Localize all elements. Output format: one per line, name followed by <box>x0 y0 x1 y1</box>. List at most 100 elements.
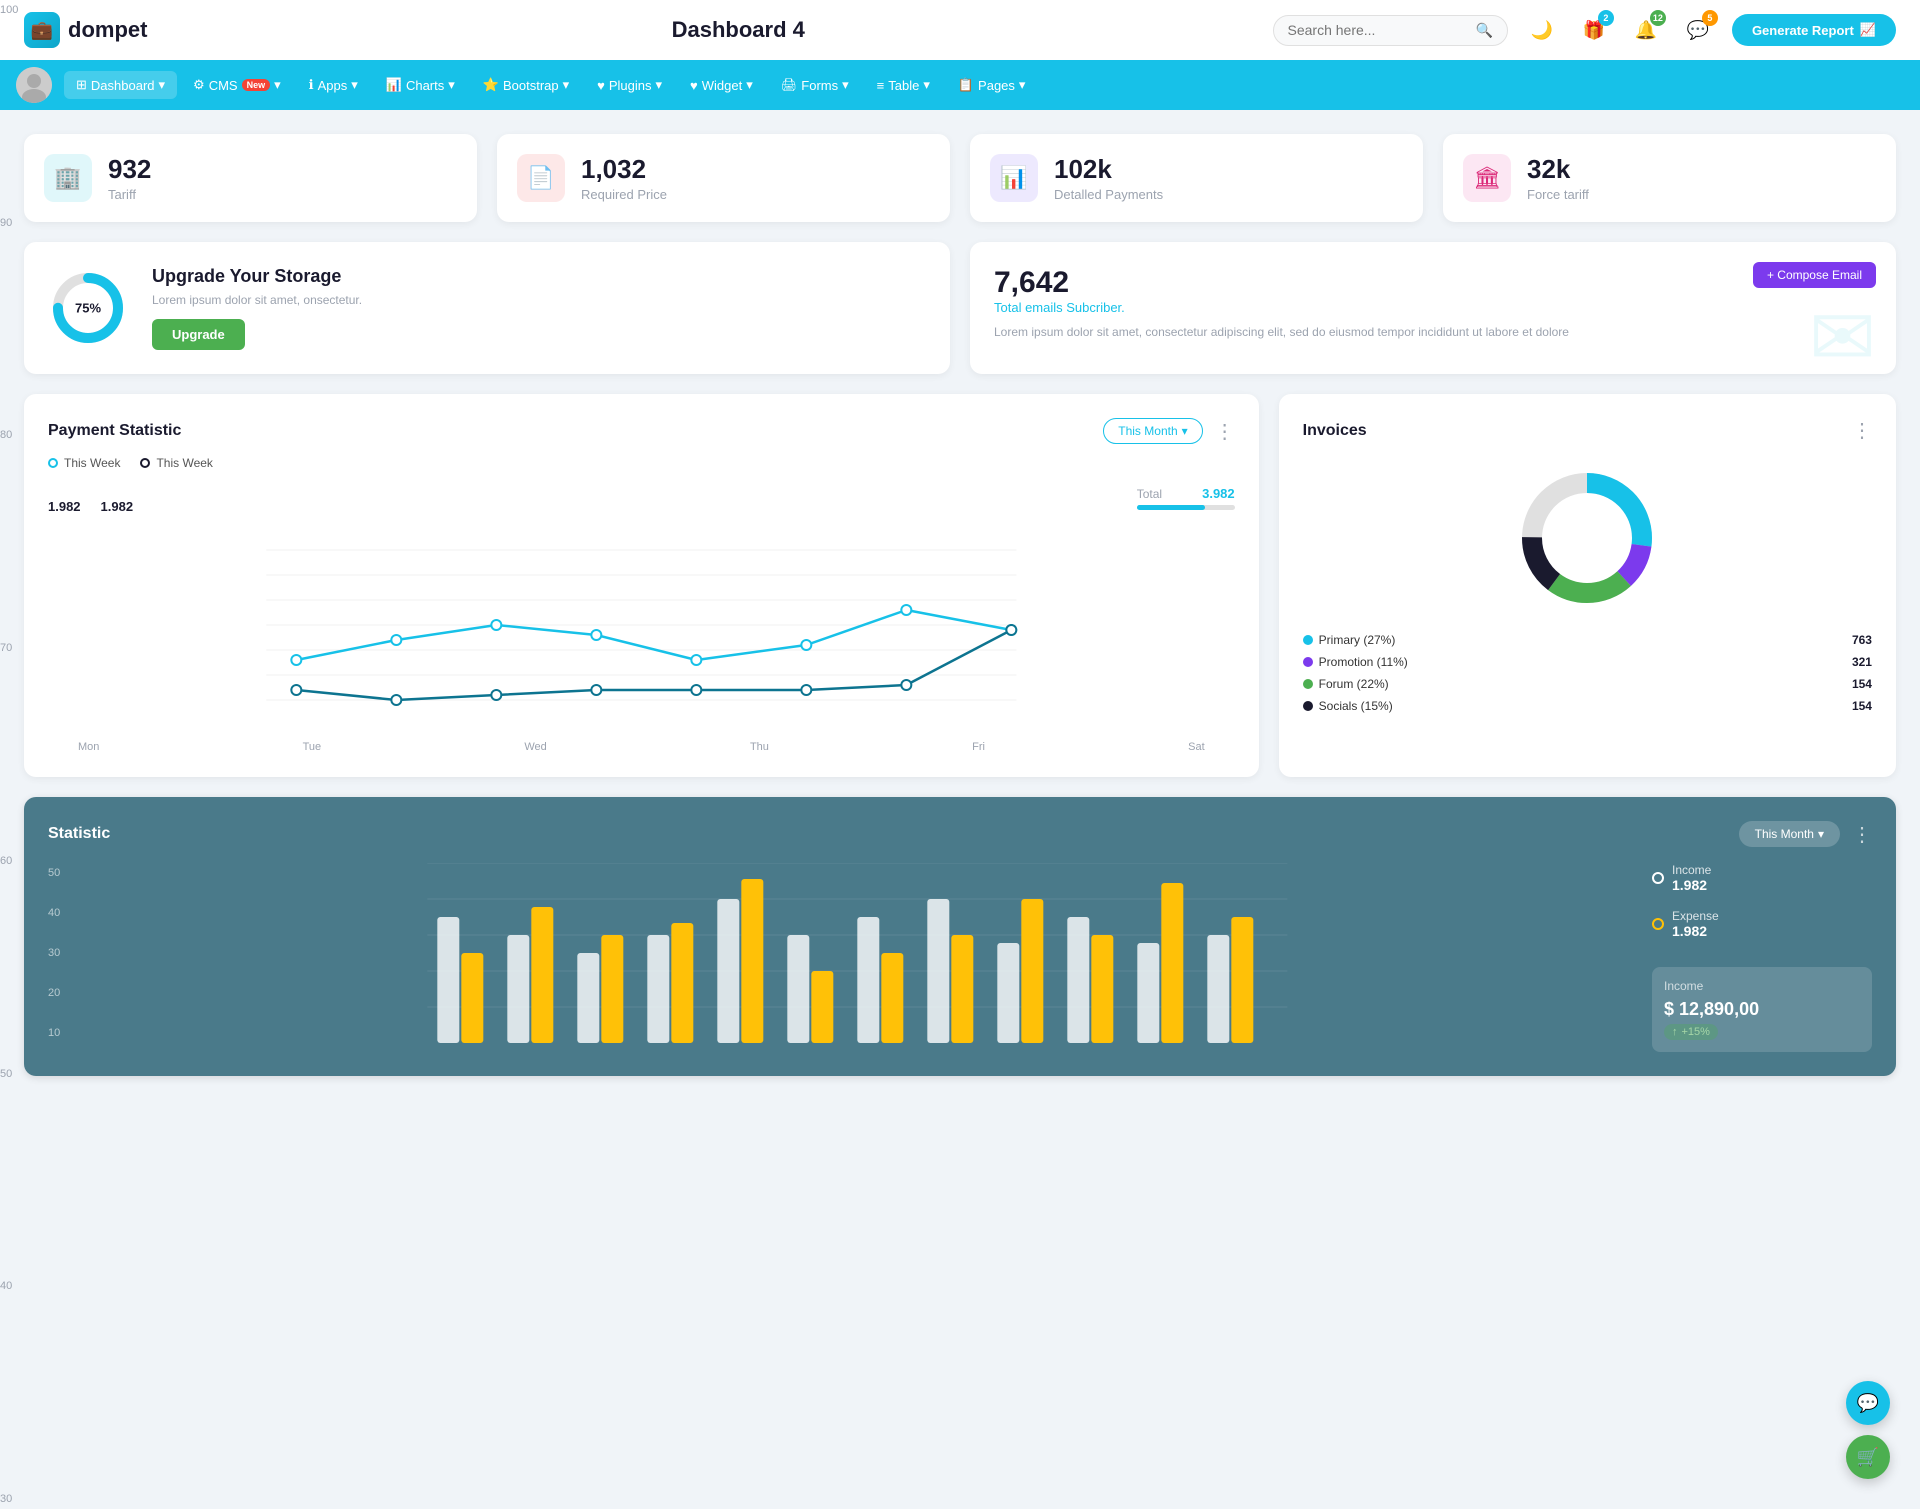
stat-info-tariff: 932 Tariff <box>108 154 151 202</box>
income-badge: ↑ +15% <box>1664 1024 1718 1040</box>
fab-container: 💬 🛒 <box>1846 1381 1890 1479</box>
search-input[interactable] <box>1288 22 1468 38</box>
nav-item-dashboard[interactable]: ⊞ Dashboard ▾ <box>64 71 177 99</box>
upgrade-button[interactable]: Upgrade <box>152 319 245 350</box>
payment-legends: This Week This Week <box>48 456 1235 470</box>
detailed-payments-icon: 📊 <box>990 154 1038 202</box>
chart-icon: 📈 <box>1860 22 1876 38</box>
payment-statistic-card: Payment Statistic This Month ▾ ⋮ This We… <box>24 394 1259 777</box>
forum-dot <box>1303 679 1313 689</box>
table-chevron: ▾ <box>923 77 930 93</box>
legend-item-1: This Week <box>48 456 120 470</box>
main-content: 🏢 932 Tariff 📄 1,032 Required Price 📊 10… <box>0 110 1920 1100</box>
legend-socials: Socials (15%) 154 <box>1303 699 1872 713</box>
navigation: ⊞ Dashboard ▾ ⚙ CMS New ▾ ℹ Apps ▾ 📊 Cha… <box>0 60 1920 110</box>
required-price-label: Required Price <box>581 187 667 202</box>
primary-dot <box>1303 635 1313 645</box>
invoices-donut <box>1512 463 1662 613</box>
apps-chevron: ▾ <box>351 77 358 93</box>
bootstrap-icon: ⭐ <box>483 77 499 93</box>
stat-info-force-tariff: 32k Force tariff <box>1527 154 1589 202</box>
storage-donut: 75% <box>48 268 128 348</box>
bootstrap-chevron: ▾ <box>563 77 570 93</box>
invoices-options-button[interactable]: ⋮ <box>1852 418 1872 443</box>
nav-item-charts[interactable]: 📊 Charts ▾ <box>374 71 467 99</box>
chat-icon[interactable]: 💬 5 <box>1680 12 1716 48</box>
x-axis: MonTueWedThuFriSat <box>48 741 1235 753</box>
expense-item: Expense 1.982 <box>1652 909 1872 939</box>
nav-item-apps[interactable]: ℹ Apps ▾ <box>297 71 370 99</box>
gift-icon[interactable]: 🎁 2 <box>1576 12 1612 48</box>
nav-item-widget[interactable]: ♥ Widget ▾ <box>678 71 765 99</box>
nav-item-cms[interactable]: ⚙ CMS New ▾ <box>181 71 293 99</box>
income-dot <box>1652 872 1664 884</box>
tariff-value: 932 <box>108 154 151 185</box>
chat-fab-button[interactable]: 💬 <box>1846 1381 1890 1425</box>
detailed-payments-label: Detalled Payments <box>1054 187 1163 202</box>
pages-chevron: ▾ <box>1019 77 1026 93</box>
legend-dot-2 <box>140 458 150 468</box>
stat-info-required-price: 1,032 Required Price <box>581 154 667 202</box>
nav-item-forms[interactable]: 🖨 Forms ▾ <box>769 71 861 99</box>
compose-email-button[interactable]: + Compose Email <box>1753 262 1876 288</box>
stat-card-detailed-payments: 📊 102k Detalled Payments <box>970 134 1423 222</box>
income-item: Income 1.982 <box>1652 863 1872 893</box>
required-price-value: 1,032 <box>581 154 667 185</box>
search-box[interactable]: 🔍 <box>1273 15 1508 46</box>
cart-fab-button[interactable]: 🛒 <box>1846 1435 1890 1479</box>
plugins-icon: ♥ <box>597 78 605 93</box>
header-actions: 🔍 🌙 🎁 2 🔔 12 💬 5 Generate Report 📈 <box>1273 12 1897 48</box>
invoices-card: Invoices ⋮ <box>1279 394 1896 777</box>
generate-report-button[interactable]: Generate Report 📈 <box>1732 14 1896 46</box>
socials-dot <box>1303 701 1313 711</box>
email-card: + Compose Email 7,642 Total emails Subcr… <box>970 242 1896 374</box>
dashboard-chevron: ▾ <box>159 77 166 93</box>
plugins-chevron: ▾ <box>656 77 663 93</box>
required-price-icon: 📄 <box>517 154 565 202</box>
bell-icon[interactable]: 🔔 12 <box>1628 12 1664 48</box>
payment-options-button[interactable]: ⋮ <box>1215 419 1235 444</box>
charts-icon: 📊 <box>386 77 402 93</box>
bell-badge: 12 <box>1650 10 1666 26</box>
payment-title: Payment Statistic <box>48 422 181 440</box>
moon-icon[interactable]: 🌙 <box>1524 12 1560 48</box>
pages-icon: 📋 <box>958 77 974 93</box>
page-title: Dashboard 4 <box>204 17 1273 43</box>
stat-bottom: 5040302010 <box>48 863 1872 1052</box>
detailed-payments-value: 102k <box>1054 154 1163 185</box>
force-tariff-icon: 🏛 <box>1463 154 1511 202</box>
search-icon: 🔍 <box>1476 22 1493 39</box>
forms-chevron: ▾ <box>842 77 849 93</box>
nav-item-table[interactable]: ≡ Table ▾ <box>865 71 942 99</box>
tariff-label: Tariff <box>108 187 151 202</box>
forms-icon: 🖨 <box>781 77 798 93</box>
statistic-options-button[interactable]: ⋮ <box>1852 822 1872 847</box>
storage-title: Upgrade Your Storage <box>152 266 362 287</box>
statistic-month-button[interactable]: This Month ▾ <box>1739 821 1840 847</box>
nav-item-pages[interactable]: 📋 Pages ▾ <box>946 71 1038 99</box>
invoices-title: Invoices <box>1303 422 1367 440</box>
legend-promotion: Promotion (11%) 321 <box>1303 655 1872 669</box>
dashboard-icon: ⊞ <box>76 77 87 93</box>
apps-icon: ℹ <box>309 77 314 93</box>
charts-chevron: ▾ <box>448 77 455 93</box>
statistic-card: Statistic This Month ▾ ⋮ 5040302010 <box>24 797 1896 1076</box>
widget-chevron: ▾ <box>746 77 753 93</box>
line-chart-area <box>48 530 1235 733</box>
nav-item-plugins[interactable]: ♥ Plugins ▾ <box>585 71 674 99</box>
header: 💼 dompet Dashboard 4 🔍 🌙 🎁 2 🔔 12 💬 5 Ge… <box>0 0 1920 60</box>
expense-dot <box>1652 918 1664 930</box>
nav-item-bootstrap[interactable]: ⭐ Bootstrap ▾ <box>471 71 581 99</box>
statistic-title: Statistic <box>48 825 110 843</box>
legend-forum: Forum (22%) 154 <box>1303 677 1872 691</box>
gift-badge: 2 <box>1598 10 1614 26</box>
widget-icon: ♥ <box>690 78 698 93</box>
email-desc: Lorem ipsum dolor sit amet, consectetur … <box>994 323 1872 341</box>
storage-card: 75% Upgrade Your Storage Lorem ipsum dol… <box>24 242 950 374</box>
payment-header: Payment Statistic This Month ▾ ⋮ <box>48 418 1235 444</box>
legend-primary: Primary (27%) 763 <box>1303 633 1872 647</box>
bar-chart-svg <box>83 863 1632 1043</box>
promotion-dot <box>1303 657 1313 667</box>
this-month-button[interactable]: This Month ▾ <box>1103 418 1202 444</box>
email-bg-icon: ✉ <box>1809 291 1876 374</box>
